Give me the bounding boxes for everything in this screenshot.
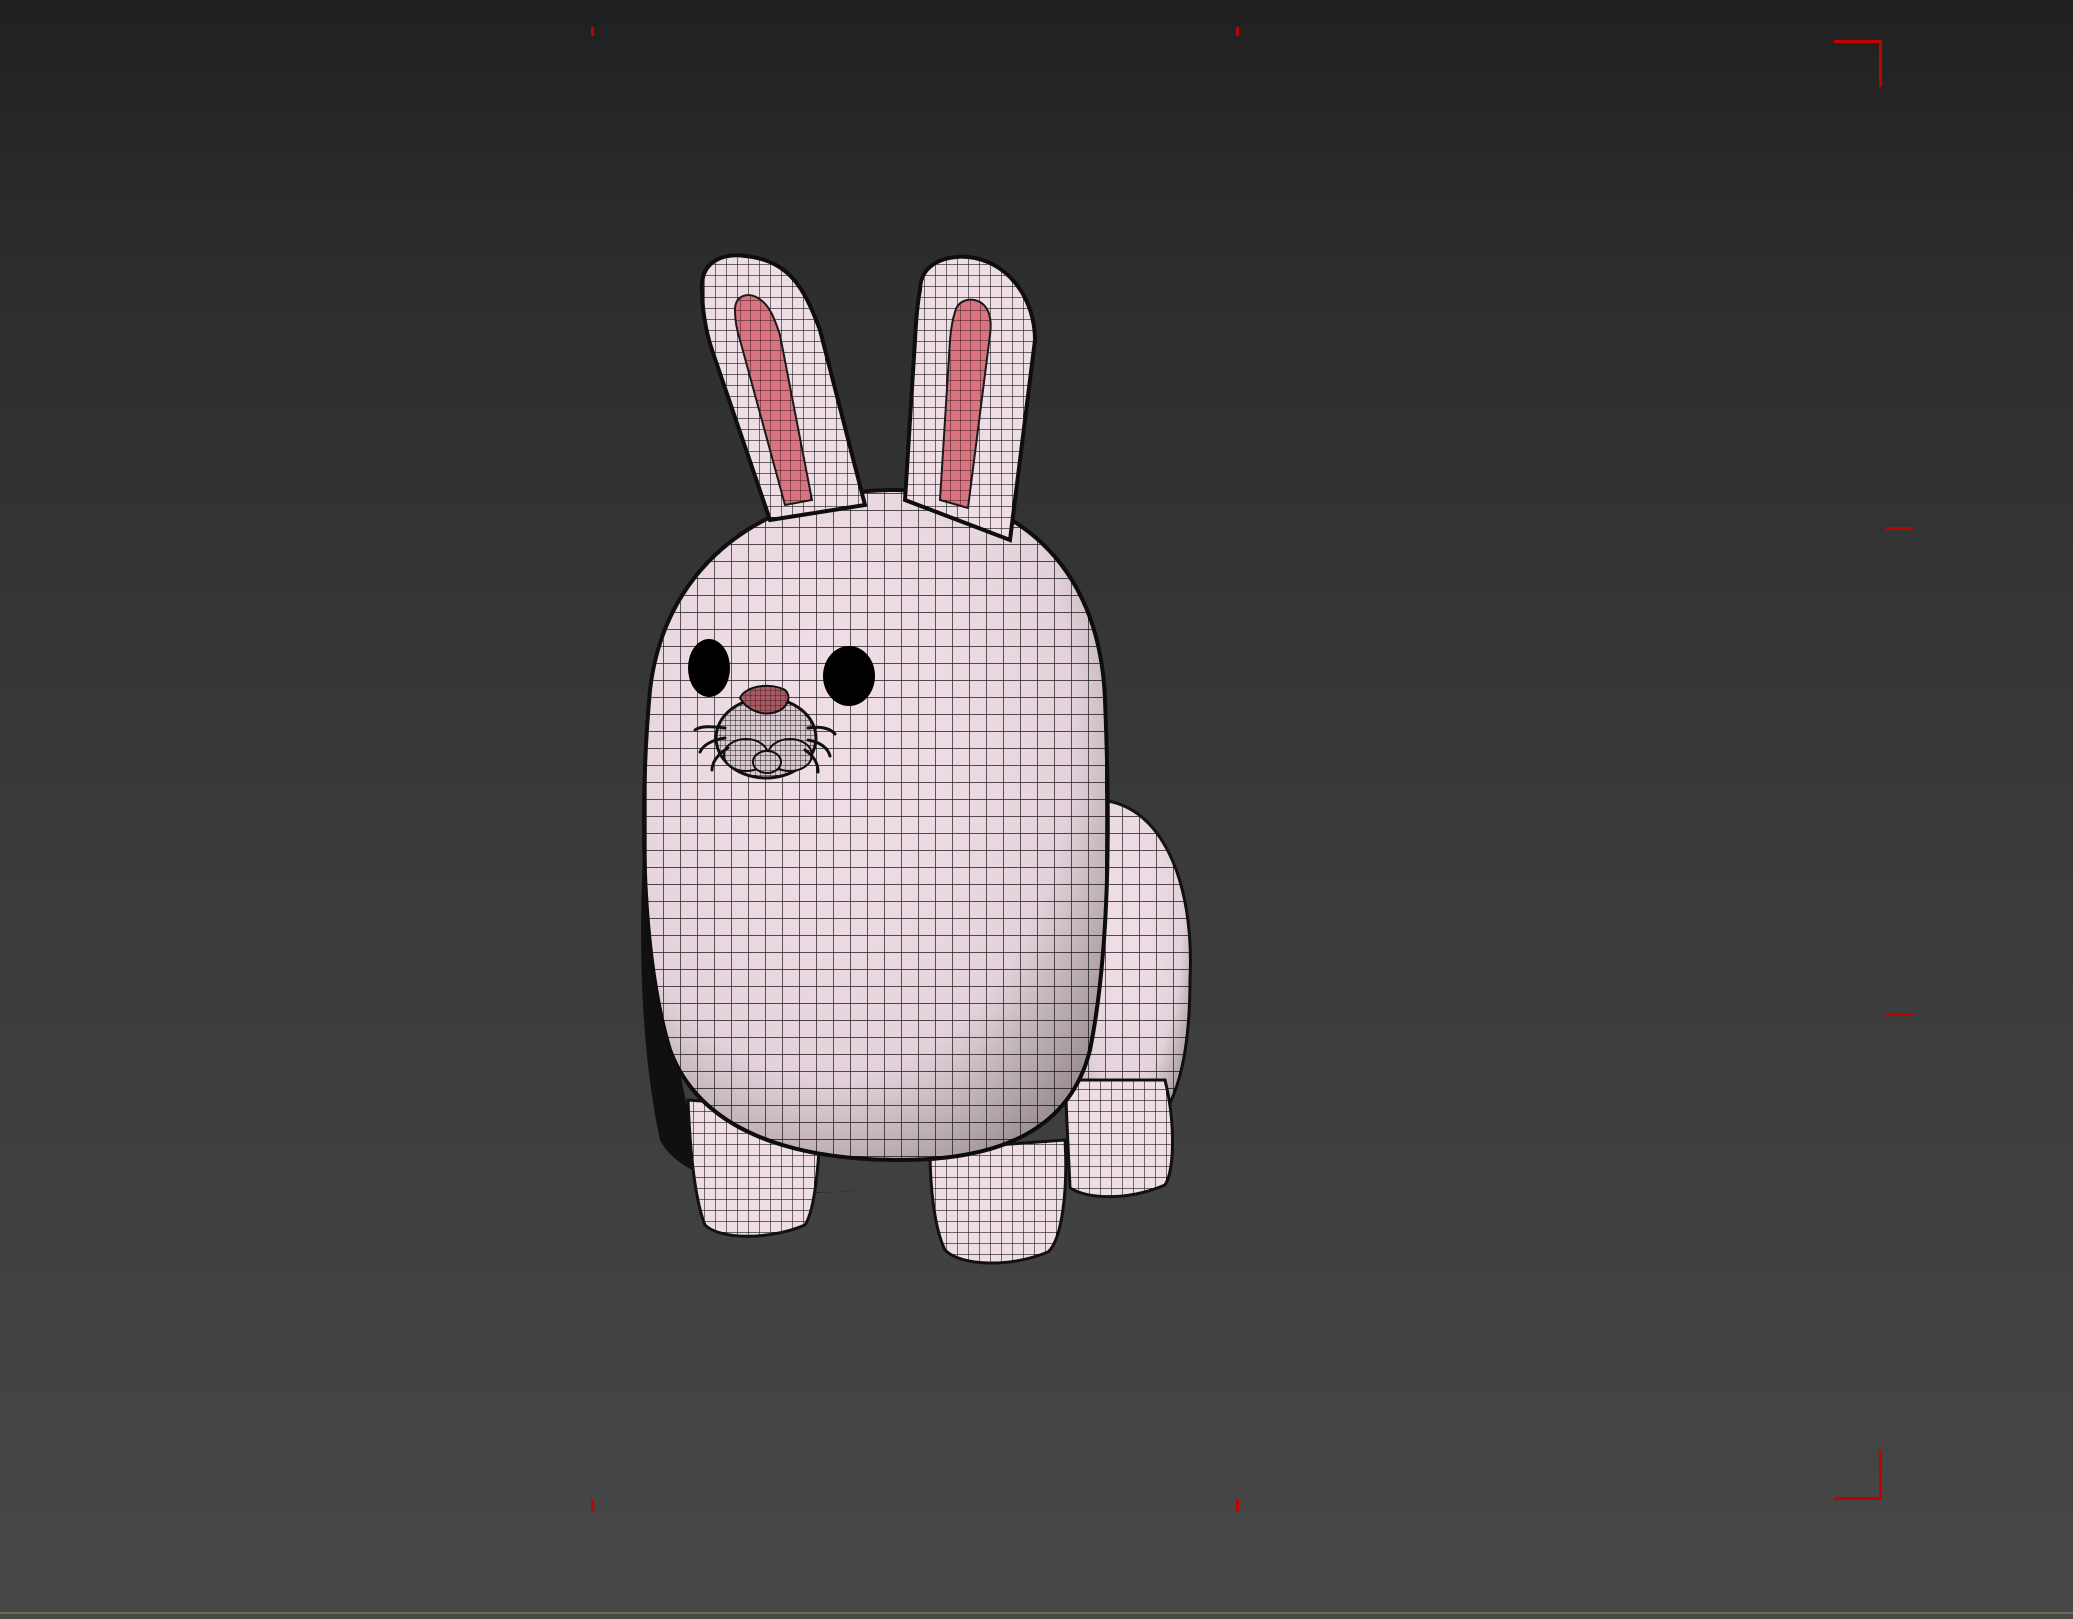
bunny-model[interactable] [0,0,2073,1612]
viewport-bottom-border [0,1612,2073,1619]
left-ear [699,253,868,523]
left-eye [688,639,730,697]
bunny-body [642,487,1110,1163]
right-ear [902,254,1038,543]
back-foot [1063,1078,1174,1199]
right-eye [823,646,875,706]
3d-viewport[interactable] [0,0,2073,1612]
